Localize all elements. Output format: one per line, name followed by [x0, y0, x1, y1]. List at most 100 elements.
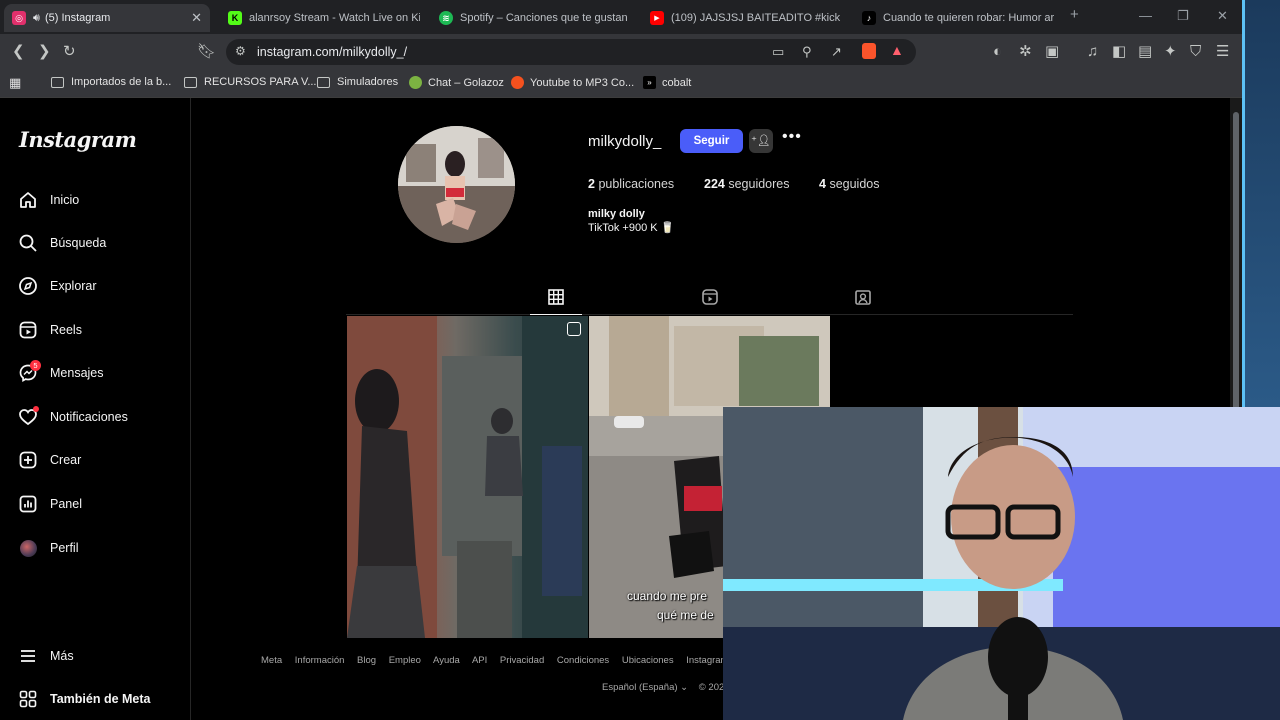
site-info-icon[interactable]: ⚙ [235, 44, 246, 58]
sidebar-item-panel[interactable]: Panel [18, 491, 82, 517]
followers-count[interactable]: 224 seguidores [704, 177, 790, 191]
bookmark-item[interactable]: Simuladores [317, 76, 398, 88]
tab-title: Cuando te quieren robar: Humor arg [883, 12, 1054, 24]
messenger-icon: 5 [18, 360, 41, 383]
footer-link[interactable]: Empleo [389, 655, 421, 666]
footer-link[interactable]: Blog [357, 655, 376, 666]
follow-button[interactable]: Seguir [680, 129, 743, 153]
zoom-icon[interactable]: ⚲ [802, 44, 812, 60]
reload-icon[interactable]: ↻ [63, 43, 76, 61]
media-icon[interactable]: ♫ [1087, 43, 1098, 61]
sidebar-item-reels[interactable]: Reels [18, 317, 82, 343]
tab-tagged[interactable] [854, 288, 872, 306]
tab-spotify[interactable]: ≋ Spotify – Canciones que te gustan [431, 4, 631, 32]
profile-bio: TikTok +900 K 🥛 [588, 222, 675, 234]
leo-icon[interactable]: ◐ [993, 43, 1002, 61]
suggested-users-button[interactable]: ⁺👤︎ [749, 129, 773, 153]
profile-username: milkydolly_ [588, 133, 662, 150]
bookmark-item[interactable]: Youtube to MP3 Co... [511, 76, 634, 89]
footer-link[interactable]: Meta [261, 655, 282, 666]
tab-tiktok[interactable]: ♪ Cuando te quieren robar: Humor arg [854, 4, 1054, 32]
more-options-icon[interactable]: ••• [782, 128, 802, 146]
bookmark-item[interactable]: Chat – Golazoz [409, 76, 504, 89]
home-icon [18, 190, 38, 210]
sidebar-item-perfil[interactable]: Perfil [18, 535, 78, 561]
wallet-icon[interactable]: ▤ [1138, 43, 1152, 61]
ai-icon[interactable]: ✦ [1164, 43, 1177, 61]
sidebar-item-busqueda[interactable]: Búsqueda [18, 230, 106, 256]
folder-icon [51, 76, 64, 88]
footer-links: Meta Información Blog Empleo Ayuda API P… [261, 655, 749, 666]
instagram-favicon-icon: ◎ [12, 11, 26, 25]
brave-shields-icon[interactable] [862, 43, 876, 59]
language-selector[interactable]: Español (España) [602, 682, 678, 693]
bookmark-item[interactable]: Importados de la b... [51, 76, 171, 88]
profile-avatar[interactable] [398, 126, 515, 243]
window-close-icon[interactable]: ✕ [1217, 8, 1228, 24]
sidebar-item-notificaciones[interactable]: Notificaciones [18, 404, 128, 430]
webcam-overlay [723, 407, 1280, 720]
bookmark-item[interactable]: » cobalt [643, 76, 691, 89]
back-icon[interactable]: ❮ [12, 43, 25, 61]
sidebar-item-mas[interactable]: Más [18, 643, 74, 669]
folder-icon [184, 76, 197, 88]
sidebar-item-meta[interactable]: También de Meta [18, 686, 150, 712]
bookmark-item[interactable]: RECURSOS PARA V... [184, 76, 316, 88]
vpn-icon[interactable]: ⛉ [1190, 43, 1201, 61]
tab-reels[interactable] [701, 288, 719, 306]
kick-favicon-icon: K [228, 11, 242, 25]
following-count[interactable]: 4 seguidos [819, 177, 879, 191]
brave-rewards-icon[interactable]: ▲ [890, 42, 904, 58]
tab-title: (109) JAJSJSJ BAITEADITO #kick #clip [671, 12, 842, 24]
sidebar-item-label: Mensajes [50, 366, 104, 380]
apps-grid-icon[interactable]: ▦ [9, 75, 21, 91]
instagram-logo[interactable]: Instagram [19, 127, 137, 152]
tab-strip: ◎ 🔊︎ (5) Instagram ✕ K alanrsoy Stream -… [0, 0, 1242, 34]
tab-instagram[interactable]: ◎ 🔊︎ (5) Instagram ✕ [4, 4, 210, 32]
sidebar-icon[interactable]: ◧ [1112, 43, 1126, 61]
menu-icon[interactable]: ☰ [1216, 43, 1229, 61]
restore-icon[interactable]: ❐ [1177, 8, 1189, 24]
url-text[interactable]: instagram.com/milkydolly_/ [257, 45, 407, 59]
tab-posts[interactable] [547, 288, 565, 306]
tab-title: Spotify – Canciones que te gustan [460, 12, 628, 24]
terminal-icon: » [643, 76, 656, 89]
sidebar: Instagram Inicio Búsqueda Explorar Reels… [0, 98, 191, 720]
tab-kick[interactable]: K alanrsoy Stream - Watch Live on Kick [220, 4, 420, 32]
new-tab-icon[interactable]: + [1070, 6, 1079, 23]
tabs-divider [346, 314, 1073, 315]
following-label: seguidos [829, 177, 880, 191]
footer-link[interactable]: Ayuda [433, 655, 460, 666]
bookmark-icon[interactable]: 🔖︎ [197, 43, 216, 61]
forward-icon[interactable]: ❯ [38, 43, 51, 61]
footer-link[interactable]: Información [295, 655, 345, 666]
close-icon[interactable]: ✕ [191, 10, 202, 26]
tab-youtube[interactable]: ▶ (109) JAJSJSJ BAITEADITO #kick #clip [642, 4, 842, 32]
minimize-icon[interactable]: — [1139, 8, 1152, 23]
post-thumbnail[interactable] [347, 316, 588, 638]
following-number: 4 [819, 177, 826, 191]
sidebar-item-explorar[interactable]: Explorar [18, 273, 97, 299]
extensions-icon[interactable]: ✲ [1019, 43, 1032, 61]
heart-icon [18, 406, 39, 427]
add-person-icon: ⁺👤︎ [751, 135, 771, 147]
share-icon[interactable]: ↗ [831, 44, 842, 60]
cast-icon[interactable]: ▭ [772, 44, 784, 60]
bookmark-label: Simuladores [337, 76, 399, 88]
footer-link[interactable]: Condiciones [557, 655, 609, 666]
sidebar-item-mensajes[interactable]: 5 Mensajes [18, 360, 104, 386]
footer-link[interactable]: Privacidad [500, 655, 544, 666]
spotify-favicon-icon: ≋ [439, 11, 453, 25]
bookmarks-bar: ▦ Importados de la b... RECURSOS PARA V.… [0, 70, 1242, 98]
hamburger-icon [18, 646, 38, 666]
sidebar-item-crear[interactable]: Crear [18, 447, 81, 473]
address-bar[interactable]: ⚙ instagram.com/milkydolly_/ ▭ ⚲ ↗ ▲ [226, 39, 916, 65]
reels-tab-icon [701, 289, 719, 310]
footer-link[interactable]: Ubicaciones [622, 655, 674, 666]
followers-label: seguidores [728, 177, 790, 191]
sidebar-item-inicio[interactable]: Inicio [18, 187, 79, 213]
bookmark-label: Chat – Golazoz [428, 76, 504, 89]
footer-link[interactable]: API [472, 655, 487, 666]
bookmark-label: Importados de la b... [71, 76, 172, 88]
screenshot-icon[interactable]: ▣ [1045, 43, 1059, 61]
